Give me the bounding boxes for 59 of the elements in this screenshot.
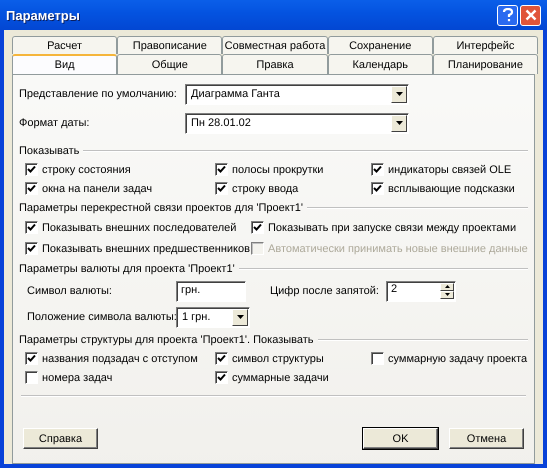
dialog-button[interactable]: Справка xyxy=(23,428,98,449)
spin-up-icon[interactable] xyxy=(440,282,454,290)
dialog-button[interactable]: Отмена xyxy=(449,428,524,449)
field-label: Формат даты: xyxy=(19,117,90,129)
field-label: Символ валюты: xyxy=(27,285,113,297)
checkbox[interactable]: строку ввода xyxy=(215,179,298,198)
checkbox[interactable]: символ структуры xyxy=(215,349,324,368)
section-heading: Параметры валюты для проекта 'Проект1' xyxy=(19,263,235,275)
tab[interactable]: Интерфейс xyxy=(432,36,538,54)
tab[interactable]: Календарь xyxy=(328,54,433,74)
checkbox[interactable]: названия подзадач с отступом xyxy=(25,349,198,368)
checkmark-icon xyxy=(217,165,226,174)
checkmark-icon xyxy=(217,354,226,363)
checkbox[interactable]: Показывать при запуске связи между проектами xyxy=(251,217,516,238)
checkbox[interactable]: строку состояния xyxy=(25,160,131,179)
tab[interactable]: Совместная работа xyxy=(222,36,328,54)
tab[interactable]: Сохранение xyxy=(328,36,433,54)
decimals-spinner[interactable]: 2 xyxy=(386,280,456,302)
checkbox[interactable]: индикаторы связей OLE xyxy=(371,160,512,179)
checkbox[interactable]: всплывающие подсказки xyxy=(371,179,515,198)
section-heading: Параметры перекрестной связи проектов для 'Проект1' xyxy=(19,202,303,214)
help-button[interactable] xyxy=(497,4,518,26)
currency-symbol-field[interactable]: грн. xyxy=(176,280,246,302)
dialog-button[interactable]: OK xyxy=(363,428,438,449)
field-label: Представление по умолчанию: xyxy=(19,88,178,100)
checkmark-icon xyxy=(27,244,36,253)
checkmark-icon xyxy=(217,184,226,193)
field-label: Положение символа валюты: xyxy=(27,311,176,323)
checkmark-icon xyxy=(27,184,36,193)
checkmark-icon xyxy=(373,184,382,193)
checkmark-icon xyxy=(253,223,262,232)
checkmark-icon xyxy=(217,373,226,382)
date-format-dropdown[interactable]: Пн 28.01.02 xyxy=(185,112,409,134)
currency-placement-dropdown[interactable]: 1 грн. xyxy=(176,306,250,328)
checkbox[interactable]: окна на панели задач xyxy=(25,179,152,198)
window-title: Параметры xyxy=(5,8,81,22)
checkbox[interactable]: номера задач xyxy=(25,368,112,387)
checkbox[interactable]: суммарную задачу проекта xyxy=(371,349,528,368)
close-button[interactable] xyxy=(520,4,541,26)
checkbox[interactable]: Показывать внешних последователей xyxy=(25,217,236,238)
checkbox[interactable]: суммарные задачи xyxy=(215,368,329,387)
checkmark-icon xyxy=(27,354,36,363)
checkbox[interactable]: полосы прокрутки xyxy=(215,160,324,179)
help-icon xyxy=(502,8,514,22)
section-heading: Параметры структуры для проекта 'Проект1'. Показывать xyxy=(19,334,314,346)
tab[interactable]: Расчет xyxy=(12,36,118,54)
tab[interactable]: Правописание xyxy=(117,36,222,54)
tab[interactable]: Правка xyxy=(222,54,328,74)
checkmark-icon xyxy=(27,223,36,232)
tab[interactable]: Общие xyxy=(117,54,222,74)
close-icon xyxy=(524,9,536,21)
checkmark-icon xyxy=(27,165,36,174)
section-heading: Показывать xyxy=(19,145,80,157)
tab[interactable]: Планирование xyxy=(432,54,538,74)
checkbox[interactable]: Показывать внешних предшественников xyxy=(25,238,250,259)
checkmark-icon xyxy=(373,165,382,174)
tab[interactable]: Вид xyxy=(12,54,118,74)
field-label: Цифр после запятой: xyxy=(270,285,380,297)
default-view-dropdown[interactable]: Диаграмма Ганта xyxy=(185,84,409,104)
